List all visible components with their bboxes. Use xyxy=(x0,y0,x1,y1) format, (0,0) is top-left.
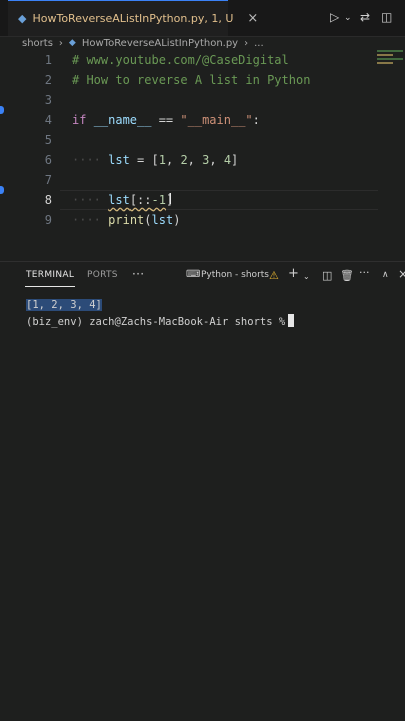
code-text: ···· lst[::-1] xyxy=(72,193,174,207)
line-number: 8 xyxy=(44,193,52,207)
tab-ports[interactable]: PORTS xyxy=(87,270,118,280)
code-line: 2 # How to reverse A list in Python xyxy=(0,70,405,90)
code-line: 5 xyxy=(0,130,405,150)
line-number: 2 xyxy=(44,73,52,87)
play-icon[interactable]: ▷ xyxy=(330,10,339,24)
code-line: 3 xyxy=(0,90,405,110)
git-compare-icon[interactable]: ⇄ xyxy=(360,10,370,24)
code-line: 6 ···· lst = [1, 2, 3, 4] xyxy=(0,150,405,170)
code-text: # www.youtube.com/@CaseDigital xyxy=(72,53,289,67)
bottom-panel: TERMINAL PORTS ··· ⌨ Python - shorts ⚠ +… xyxy=(0,261,405,721)
line-number: 9 xyxy=(44,213,52,227)
tab-terminal[interactable]: TERMINAL xyxy=(24,270,76,287)
split-terminal-icon[interactable]: ◫ xyxy=(322,269,332,282)
line-number: 5 xyxy=(44,133,52,147)
line-number: 7 xyxy=(44,173,52,187)
editor-tab-bar: ◆ HowToReverseAListInPython.py, 1, U × ▷… xyxy=(0,0,405,37)
code-line-active: 8 ···· lst[::-1] xyxy=(0,190,405,210)
code-line: 7 xyxy=(0,170,405,190)
chevron-down-icon[interactable]: ⌄ xyxy=(303,272,310,281)
line-number: 4 xyxy=(44,113,52,127)
line-number: 6 xyxy=(44,153,52,167)
code-text: ···· lst = [1, 2, 3, 4] xyxy=(72,153,239,167)
code-line: 1 # www.youtube.com/@CaseDigital xyxy=(0,50,405,70)
panel-tab-bar: TERMINAL PORTS ··· ⌨ Python - shorts ⚠ +… xyxy=(0,262,405,289)
terminal-cursor xyxy=(288,314,295,327)
breadcrumb: shorts › ◆ HowToReverseAListInPython.py … xyxy=(0,36,405,50)
code-editor[interactable]: 1 # www.youtube.com/@CaseDigital 2 # How… xyxy=(0,50,405,250)
warning-icon[interactable]: ⚠ xyxy=(269,269,279,282)
chevron-up-icon[interactable]: ∧ xyxy=(382,270,389,280)
chevron-down-icon[interactable]: ⌄ xyxy=(344,13,352,23)
terminal-output[interactable]: [1, 2, 3, 4] (biz_env) zach@Zachs-MacBoo… xyxy=(26,297,295,331)
code-line: 9 ···· print(lst) xyxy=(0,210,405,230)
editor-tab-active[interactable]: ◆ HowToReverseAListInPython.py, 1, U × xyxy=(8,0,258,36)
python-file-icon: ◆ xyxy=(18,12,27,25)
line-number: 1 xyxy=(44,53,52,67)
breadcrumb-file[interactable]: HowToReverseAListInPython.py xyxy=(82,38,238,49)
breadcrumb-more[interactable]: ... xyxy=(254,38,264,49)
code-line: 4 if __name__ == "__main__": xyxy=(0,110,405,130)
breadcrumb-folder[interactable]: shorts xyxy=(22,38,53,49)
trash-icon[interactable]: 🗑 xyxy=(340,269,354,282)
close-icon[interactable]: × xyxy=(247,11,258,26)
code-text: if __name__ == "__main__": xyxy=(72,113,260,127)
minimap[interactable] xyxy=(377,50,403,70)
terminal-prompt: (biz_env) zach@Zachs-MacBook-Air shorts … xyxy=(26,316,286,328)
more-actions-icon[interactable]: ··· xyxy=(359,266,370,279)
terminal-icon: ⌨ xyxy=(186,269,201,280)
chevron-right-icon: › xyxy=(58,37,63,49)
more-tabs-button[interactable]: ··· xyxy=(132,267,144,281)
plus-icon[interactable]: + xyxy=(288,266,299,281)
terminal-instance-label[interactable]: Python - shorts xyxy=(201,270,269,280)
chevron-right-icon: › xyxy=(244,37,249,49)
line-number: 3 xyxy=(44,93,52,107)
terminal-output-line: [1, 2, 3, 4] xyxy=(26,299,102,311)
python-file-icon: ◆ xyxy=(68,38,76,48)
split-editor-icon[interactable]: ◫ xyxy=(381,10,392,24)
text-cursor-icon: I xyxy=(168,190,173,208)
code-text: ···· print(lst) xyxy=(72,213,181,227)
close-icon[interactable]: × xyxy=(398,267,405,281)
code-text: # How to reverse A list in Python xyxy=(72,73,311,87)
tab-filename: HowToReverseAListInPython.py, 1, U xyxy=(32,12,234,25)
